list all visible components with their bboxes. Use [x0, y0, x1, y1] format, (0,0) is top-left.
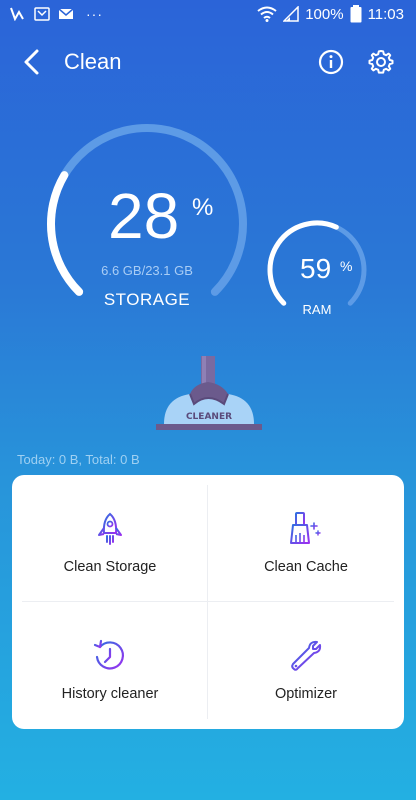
storage-gauge-fill [47, 171, 84, 296]
storage-percent-value: 28 [108, 180, 180, 252]
notification-icons: ··· [10, 6, 103, 22]
signal-icon [283, 6, 299, 22]
ram-percent-value: 59 [300, 253, 332, 284]
clean-cache-label: Clean Cache [264, 559, 348, 575]
clock: 11:03 [367, 5, 404, 23]
rocket-icon [98, 512, 122, 545]
storage-percent-sign: % [192, 194, 214, 221]
check-notification-icon [10, 7, 24, 21]
system-status: 100% 11:03 [257, 5, 404, 23]
info-icon[interactable] [317, 48, 345, 76]
gear-icon[interactable] [367, 48, 395, 76]
history-cleaner-button[interactable]: History cleaner [12, 602, 208, 729]
mail-icon [58, 8, 74, 19]
battery-icon [350, 5, 362, 23]
more-notifications-indicator: ··· [86, 6, 103, 22]
app-toolbar: Clean [0, 36, 416, 88]
history-icon [93, 639, 124, 670]
storage-size-text: 6.6 GB/23.1 GB [101, 263, 193, 278]
clean-storage-button[interactable]: Clean Storage [12, 475, 208, 602]
vacuum-cleaner-illustration: CLEANER [156, 356, 262, 430]
battery-percent: 100% [305, 5, 344, 23]
page-title: Clean [64, 49, 122, 74]
optimizer-label: Optimizer [274, 686, 338, 702]
wrench-icon [291, 640, 322, 671]
status-bar: ··· 100% 11:03 [0, 0, 416, 30]
actions-card: Clean Storage Clean Cache History cleane… [12, 475, 404, 729]
optimizer-button[interactable]: Optimizer [208, 602, 404, 729]
app-notification-icon [34, 7, 50, 21]
wifi-icon [257, 6, 277, 22]
history-cleaner-label: History cleaner [61, 686, 159, 702]
clean-cache-button[interactable]: Clean Cache [208, 475, 404, 602]
storage-label: STORAGE [103, 290, 191, 309]
ram-percent-sign: % [340, 258, 353, 274]
ram-label: RAM [302, 302, 332, 317]
cleaner-illustration-label: CLEANER [186, 412, 232, 422]
broom-icon [290, 512, 322, 544]
cleaned-summary: Today: 0 B, Total: 0 B [17, 452, 140, 467]
clean-storage-label: Clean Storage [63, 559, 157, 575]
back-arrow-icon[interactable] [18, 48, 46, 76]
